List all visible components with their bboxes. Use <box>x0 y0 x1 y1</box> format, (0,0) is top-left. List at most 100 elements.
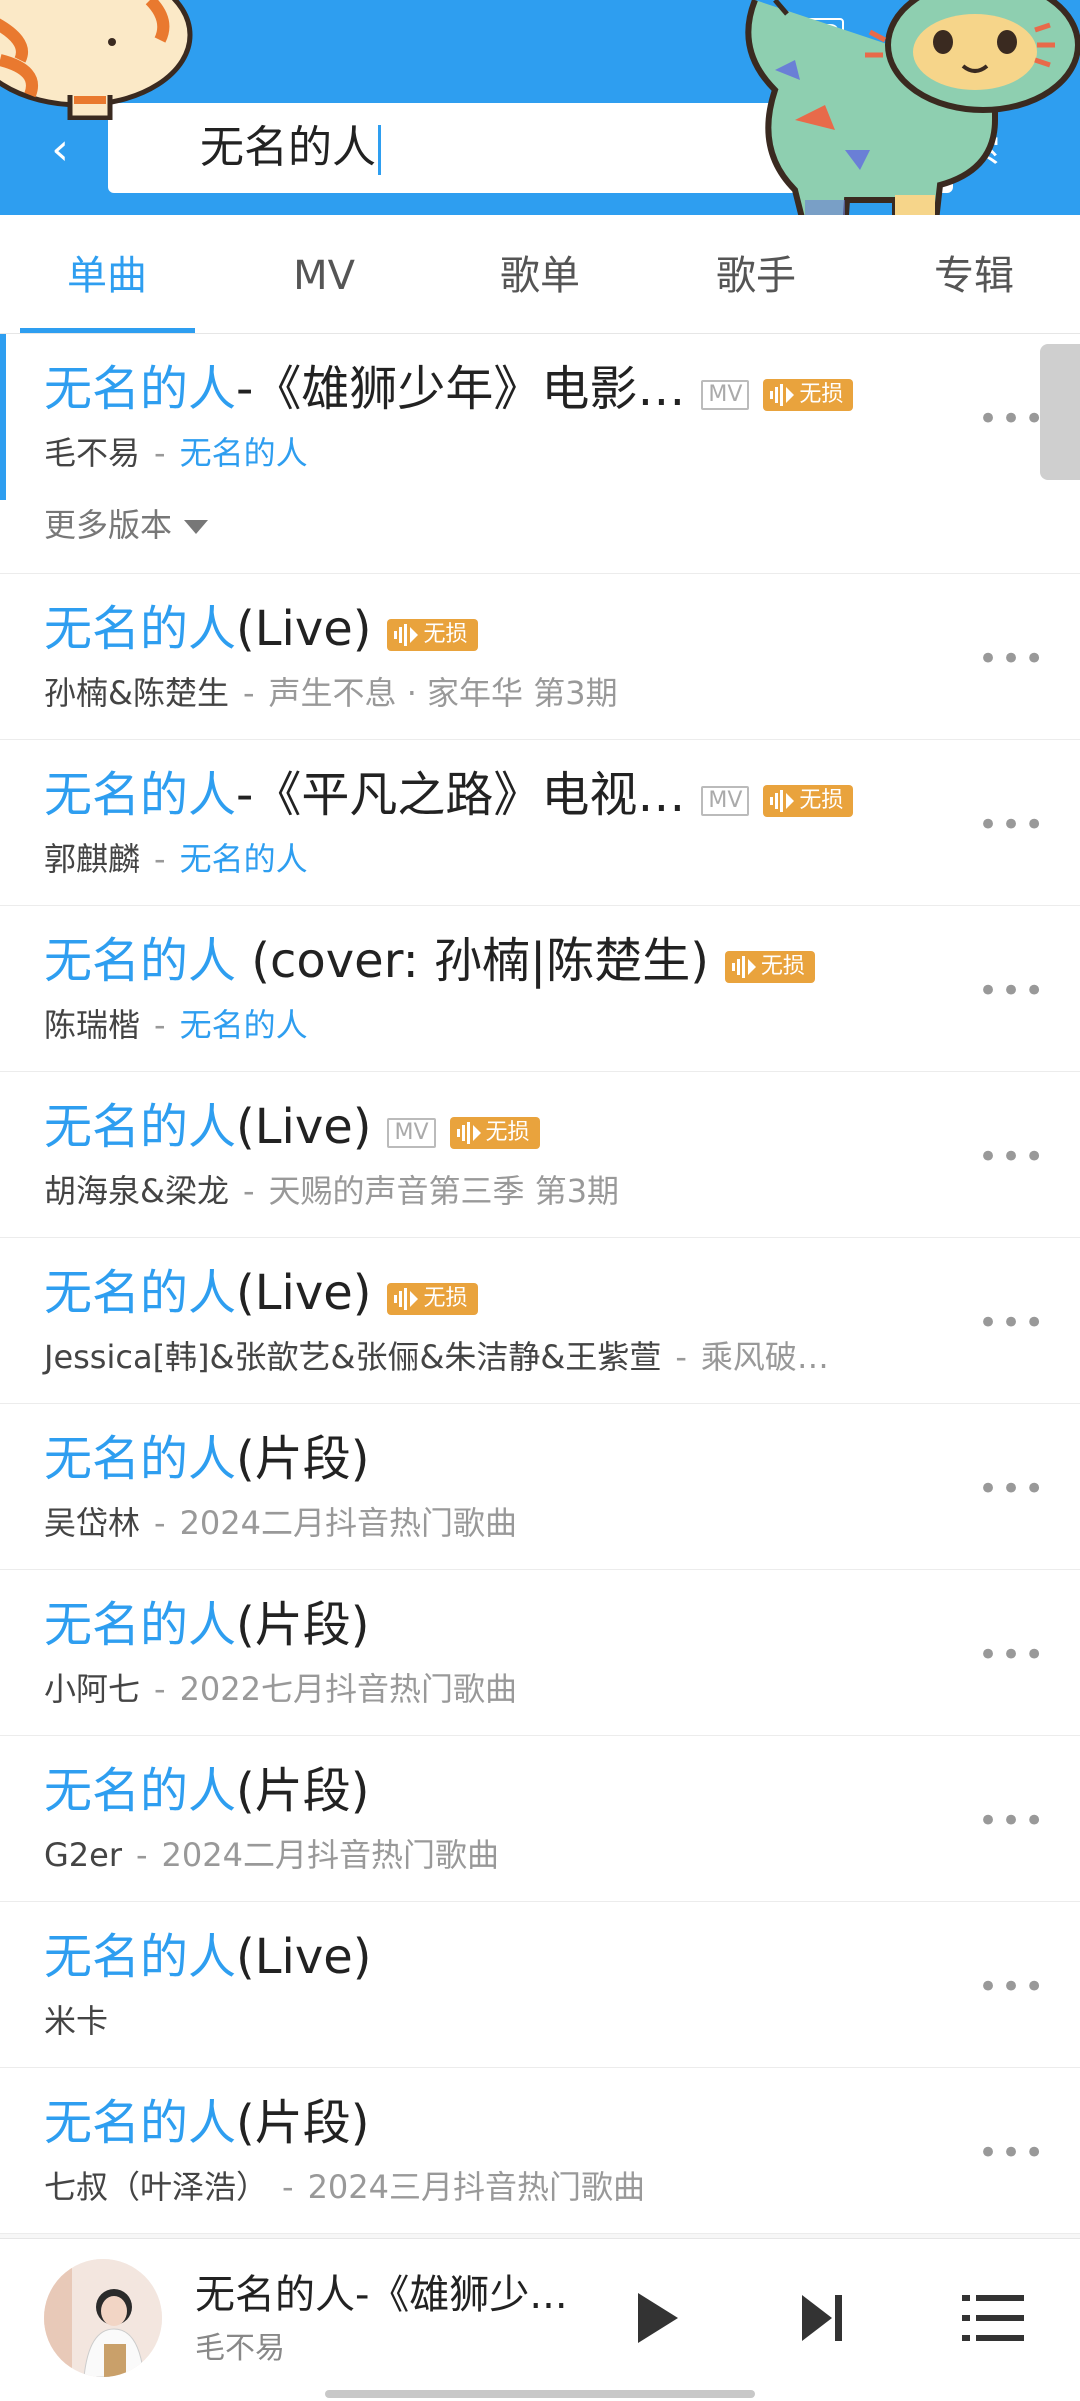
song-row[interactable]: 无名的人(片段) 七叔（叶泽浩） -2024三月抖音热门歌曲 ••• <box>0 2068 1080 2234</box>
mini-player[interactable]: 无名的人-《雄狮少... 毛不易 <box>0 2238 1080 2401</box>
more-options-icon[interactable]: ••• <box>978 2136 1044 2170</box>
song-title: 无名的人(Live) <box>44 1922 387 1992</box>
song-album: 天赐的声音第三季 第3期 <box>268 1172 620 1210</box>
title-rest: (片段) <box>236 1597 370 1653</box>
title-match: 无名的人 <box>44 933 237 989</box>
song-row[interactable]: 无名的人(Live) 无损孙楠&陈楚生 - 声生不息 · 家年华 第3期 ••• <box>0 574 1080 740</box>
back-arrow-icon[interactable]: ‹ <box>30 120 90 180</box>
title-match: 无名的人 <box>44 1929 237 1985</box>
more-options-icon[interactable]: ••• <box>978 1970 1044 2004</box>
audio-wave-icon <box>394 624 419 646</box>
more-options-icon[interactable]: ••• <box>978 402 1044 436</box>
title-rest: (Live) <box>236 1265 372 1321</box>
tab-artist[interactable]: 歌手 <box>666 215 846 333</box>
lossless-badge: 无损 <box>724 951 815 983</box>
title-rest: (Live) <box>236 601 372 657</box>
song-artist: 小阿七 <box>44 1670 141 1708</box>
tab-playlist[interactable]: 歌单 <box>450 215 630 333</box>
lossless-badge: 无损 <box>763 785 854 817</box>
more-versions-label: 更多版本 <box>44 506 173 544</box>
song-artist: 胡海泉&梁龙 <box>44 1172 229 1210</box>
title-match: 无名的人 <box>44 1597 237 1653</box>
audio-wave-icon <box>731 956 756 978</box>
album-art[interactable] <box>44 2259 162 2377</box>
separator: - <box>136 1836 148 1874</box>
current-row-accent <box>0 334 6 500</box>
search-query-text: 无名的人 <box>200 122 376 173</box>
tab-mv[interactable]: MV <box>234 215 414 333</box>
lossless-label: 无损 <box>760 954 805 979</box>
tab-single[interactable]: 单曲 <box>17 215 197 333</box>
separator: - <box>154 1504 166 1542</box>
song-subtitle: 小阿七 -2022七月抖音热门歌曲 <box>44 1667 517 1711</box>
separator: - <box>282 2168 294 2206</box>
song-album: 2024二月抖音热门歌曲 <box>161 1836 499 1874</box>
song-badges: MV 无损 <box>701 357 854 427</box>
song-subtitle: 陈瑞楷 - 无名的人 <box>44 1003 308 1047</box>
song-title: 无名的人(片段) <box>44 1590 385 1660</box>
song-album: 乘风破… <box>700 1338 829 1376</box>
song-album: 2024三月抖音热门歌曲 <box>307 2168 646 2206</box>
more-options-icon[interactable]: ••• <box>978 1472 1044 1506</box>
song-row[interactable]: 无名的人-《平凡之路》电视… MV 无损 郭麒麟 - 无名的人 ••• <box>0 740 1080 906</box>
mv-badge[interactable]: MV <box>701 786 750 816</box>
next-track-icon[interactable] <box>798 2291 846 2345</box>
song-artist: 陈瑞楷 <box>44 1006 141 1044</box>
category-tabs: 单曲 MV 歌单 歌手 专辑 <box>0 215 1080 334</box>
play-icon[interactable] <box>632 2289 682 2347</box>
lossless-label: 无损 <box>799 788 844 813</box>
playlist-queue-icon[interactable] <box>962 2291 1024 2345</box>
song-album: 2024二月抖音热门歌曲 <box>179 1504 518 1542</box>
lossless-badge: 无损 <box>763 379 854 411</box>
tab-album[interactable]: 专辑 <box>884 215 1064 333</box>
song-subtitle: G2er -2024二月抖音热门歌曲 <box>44 1833 499 1877</box>
audio-wave-icon <box>770 790 795 812</box>
more-options-icon[interactable]: ••• <box>978 1638 1044 1672</box>
title-match: 无名的人 <box>44 2095 237 2151</box>
mv-badge[interactable]: MV <box>387 1118 436 1148</box>
more-options-icon[interactable]: ••• <box>978 808 1044 842</box>
song-row[interactable]: 无名的人(片段) 小阿七 -2022七月抖音热门歌曲 ••• <box>0 1570 1080 1736</box>
scrollbar-thumb[interactable] <box>1040 344 1080 480</box>
song-subtitle: 胡海泉&梁龙 - 天赐的声音第三季 第3期 <box>44 1169 619 1213</box>
title-rest: (Live) <box>236 1099 372 1155</box>
more-options-icon[interactable]: ••• <box>978 642 1044 676</box>
mv-badge[interactable]: MV <box>701 380 750 410</box>
song-row[interactable]: 无名的人(Live) 无损 Jessica[韩]&张歆艺&张俪&朱洁静&王紫萱 - 乘风… <box>0 1238 1080 1404</box>
lossless-label: 无损 <box>799 382 844 407</box>
more-versions-toggle[interactable]: 更多版本 <box>44 500 209 550</box>
song-row[interactable]: 无名的人(Live) MV 无损 胡海泉&梁龙 - 天赐的声音第三季 第3期 ••• <box>0 1072 1080 1238</box>
home-indicator[interactable] <box>325 2390 755 2398</box>
lossless-badge: 无损 <box>449 1117 540 1149</box>
song-album: 无名的人 <box>179 1006 308 1044</box>
title-match: 无名的人 <box>44 601 237 657</box>
song-badges: 无损 <box>724 929 815 999</box>
song-badges: 无损 <box>387 597 478 667</box>
song-artist: G2er <box>44 1836 122 1874</box>
tab-indicator <box>20 328 195 333</box>
song-subtitle: 孙楠&陈楚生 - 声生不息 · 家年华 第3期 <box>44 671 618 715</box>
song-artist: 毛不易 <box>44 434 141 472</box>
more-options-icon[interactable]: ••• <box>978 974 1044 1008</box>
song-subtitle: 米卡 <box>44 1999 108 2043</box>
title-rest: (片段) <box>236 2095 370 2151</box>
song-row[interactable]: 无名的人(Live) 米卡 ••• <box>0 1902 1080 2068</box>
more-options-icon[interactable]: ••• <box>978 1140 1044 1174</box>
song-artist: 孙楠&陈楚生 <box>44 674 229 712</box>
title-rest: (Live) <box>236 1929 372 1985</box>
separator: - <box>154 1006 166 1044</box>
lossless-badge: 无损 <box>387 619 478 651</box>
more-options-icon[interactable]: ••• <box>978 1306 1044 1340</box>
song-row[interactable]: 无名的人 (cover: 孙楠|陈楚生) 无损 陈瑞楷 - 无名的人 ••• <box>0 906 1080 1072</box>
song-row[interactable]: 无名的人(片段) 吴岱林 -2024二月抖音热门歌曲 ••• <box>0 1404 1080 1570</box>
more-options-icon[interactable]: ••• <box>978 1804 1044 1838</box>
song-row[interactable]: 无名的人(片段) G2er -2024二月抖音热门歌曲 ••• <box>0 1736 1080 1902</box>
song-title: 无名的人(片段) <box>44 1424 385 1494</box>
song-title: 无名的人(片段) <box>44 1756 385 1826</box>
song-subtitle: Jessica[韩]&张歆艺&张俪&朱洁静&王紫萱 - 乘风破… <box>44 1335 829 1379</box>
lossless-label: 无损 <box>485 1120 530 1145</box>
song-row[interactable]: 无名的人-《雄狮少年》电影… MV 无损 毛不易 - 无名的人 ••• 更多版本 <box>0 334 1080 574</box>
tiger-sticker <box>0 0 193 120</box>
song-title: 无名的人 (cover: 孙楠|陈楚生) 无损 <box>44 926 815 996</box>
now-playing-artist: 毛不易 <box>195 2331 285 2366</box>
